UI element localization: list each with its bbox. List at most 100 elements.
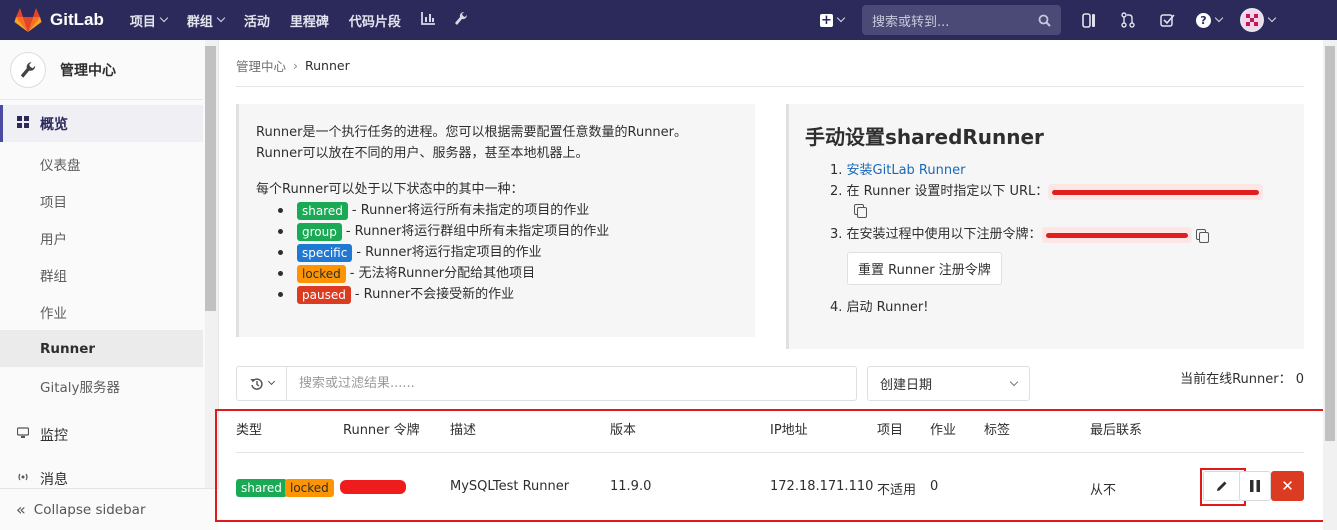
merge-request-icon[interactable] [1118, 10, 1138, 30]
divider [236, 452, 1304, 453]
sidebar-item-overview[interactable]: 概览 [0, 105, 203, 142]
info-line2: Runner可以放在不同的用户、服务器，甚至本地机器上。 [256, 146, 589, 161]
step3-label: 在安装过程中使用以下注册令牌： [846, 227, 1042, 242]
sidebar-item-projects[interactable]: 项目 [0, 182, 203, 219]
plus-icon: + [820, 12, 833, 28]
chart-icon[interactable] [421, 11, 436, 29]
header-token: Runner 令牌 [343, 423, 420, 438]
specific-badge: specific [297, 243, 353, 262]
list-item: locked - 无法将Runner分配给其他项目 [278, 263, 738, 284]
redacted-url [1048, 183, 1264, 200]
header-jobs: 作业 [930, 423, 957, 438]
reset-token-button[interactable]: 重置 Runner 注册令牌 [847, 252, 1002, 285]
runner-jobs: 0 [930, 479, 939, 494]
list-item: specific - Runner将运行指定项目的作业 [278, 242, 738, 263]
pause-runner-button[interactable] [1239, 471, 1271, 501]
state-desc: - Runner将运行所有未指定的项目的作业 [351, 203, 590, 218]
help-menu[interactable]: ? [1196, 12, 1224, 28]
nav-groups[interactable]: 群组 [186, 11, 226, 30]
nav-projects[interactable]: 项目 [129, 11, 169, 30]
close-icon: ✕ [1281, 477, 1294, 495]
state-desc: - Runner将运行群组中所有未指定项目的作业 [345, 224, 610, 239]
wrench-icon [10, 51, 46, 88]
breadcrumb-parent[interactable]: 管理中心 [236, 56, 286, 75]
sidebar-item-groups[interactable]: 群组 [0, 256, 203, 293]
redacted-token [1041, 226, 1192, 243]
shared-runner-setup-panel: 手动设置sharedRunner 1. 安装GitLab Runner 2. 在… [786, 104, 1304, 349]
runner-version: 11.9.0 [610, 479, 652, 494]
sidebar-item-label: 概览 [40, 116, 68, 133]
todo-icon[interactable] [1157, 10, 1177, 30]
nav-activity[interactable]: 活动 [244, 11, 270, 30]
chevron-down-icon [1267, 13, 1277, 23]
copy-token-icon[interactable] [1195, 229, 1209, 243]
brand-name: GitLab [50, 10, 104, 29]
sidebar-item-dashboard[interactable]: 仪表盘 [0, 145, 203, 182]
runner-projects: 不适用 [877, 483, 917, 498]
history-icon [250, 377, 263, 390]
state-desc: - Runner不会接受新的作业 [354, 287, 515, 302]
setup-step-4: 4. 启动 Runner! [830, 300, 929, 315]
chevron-down-icon [836, 13, 846, 23]
runner-info-panel: Runner是一个执行任务的进程。您可以根据需要配置任意数量的Runner。 R… [236, 104, 755, 337]
collapse-sidebar-button[interactable]: « Collapse sidebar [0, 488, 219, 530]
breadcrumb-current[interactable]: Runner [305, 58, 350, 73]
nav-projects-label: 项目 [129, 14, 156, 30]
global-search[interactable]: 搜索或转到... [862, 5, 1061, 35]
nav-milestones[interactable]: 里程碑 [290, 11, 329, 30]
chevron-down-icon [1009, 377, 1019, 386]
state-list: shared - Runner将运行所有未指定的项目的作业 group - Ru… [278, 200, 738, 305]
shared-badge: shared [236, 479, 287, 497]
broadcast-icon [16, 471, 30, 486]
sidebar: 管理中心 概览 仪表盘 项目 用户 群组 作业 Runner Gitaly服务器… [0, 40, 219, 530]
info-line1: Runner是一个执行任务的进程。您可以根据需要配置任意数量的Runner。 [256, 125, 688, 140]
state-desc: - 无法将Runner分配给其他项目 [349, 266, 536, 281]
collapse-label: Collapse sidebar [33, 501, 146, 518]
header-description: 描述 [450, 423, 477, 438]
runner-last-contact: 从不 [1090, 483, 1117, 498]
help-icon: ? [1196, 12, 1211, 28]
user-menu[interactable] [1240, 8, 1277, 32]
avatar [1240, 8, 1264, 32]
filter-input[interactable] [287, 376, 856, 391]
top-navbar: GitLab 项目 群组 活动 里程碑 代码片段 + 搜索或转到... ? [0, 0, 1337, 40]
nav-groups-label: 群组 [186, 14, 213, 30]
sidebar-header[interactable]: 管理中心 [0, 40, 203, 100]
list-item: shared - Runner将运行所有未指定的项目的作业 [278, 200, 738, 221]
delete-runner-button[interactable]: ✕ [1271, 471, 1304, 501]
sidebar-item-gitaly[interactable]: Gitaly服务器 [0, 367, 203, 404]
header-ip: IP地址 [770, 423, 808, 438]
grid-icon [16, 116, 30, 131]
header-version: 版本 [610, 423, 637, 438]
new-item-button[interactable]: + [820, 12, 846, 28]
header-projects: 项目 [877, 423, 904, 438]
nav-snippets[interactable]: 代码片段 [349, 11, 401, 30]
shared-badge: shared [297, 201, 348, 220]
list-item: group - Runner将运行群组中所有未指定项目的作业 [278, 221, 738, 242]
search-icon [1038, 14, 1051, 27]
sidebar-item-users[interactable]: 用户 [0, 219, 203, 256]
sidebar-toggle-icon[interactable] [1079, 10, 1099, 30]
sidebar-item-jobs[interactable]: 作业 [0, 293, 203, 330]
header-tags: 标签 [984, 423, 1011, 438]
setup-step-2: 2. 在 Runner 设置时指定以下 URL： [805, 181, 1288, 202]
sidebar-item-monitoring[interactable]: 监控 [0, 416, 203, 453]
recent-searches-button[interactable] [237, 367, 287, 400]
chevron-down-icon [216, 13, 226, 23]
locked-badge: locked [285, 479, 334, 497]
sidebar-scrollbar[interactable] [205, 46, 216, 311]
group-badge: group [297, 222, 342, 241]
sort-dropdown[interactable]: 创建日期 [867, 366, 1030, 401]
step2-label: 在 Runner 设置时指定以下 URL： [846, 184, 1049, 199]
install-runner-link[interactable]: 安装GitLab Runner [847, 163, 966, 178]
wrench-icon[interactable] [454, 11, 468, 30]
gitlab-logo-icon [14, 8, 42, 32]
sidebar-item-runner[interactable]: Runner [0, 330, 203, 367]
page-scrollbar[interactable] [1325, 46, 1335, 441]
sidebar-item-label: 消息 [40, 471, 68, 488]
copy-url-icon[interactable] [854, 204, 867, 218]
breadcrumb: 管理中心 › Runner [236, 56, 350, 75]
brand[interactable]: GitLab [14, 7, 104, 33]
setup-title: 手动设置sharedRunner [805, 125, 1044, 149]
redacted-runner-token [340, 480, 406, 494]
